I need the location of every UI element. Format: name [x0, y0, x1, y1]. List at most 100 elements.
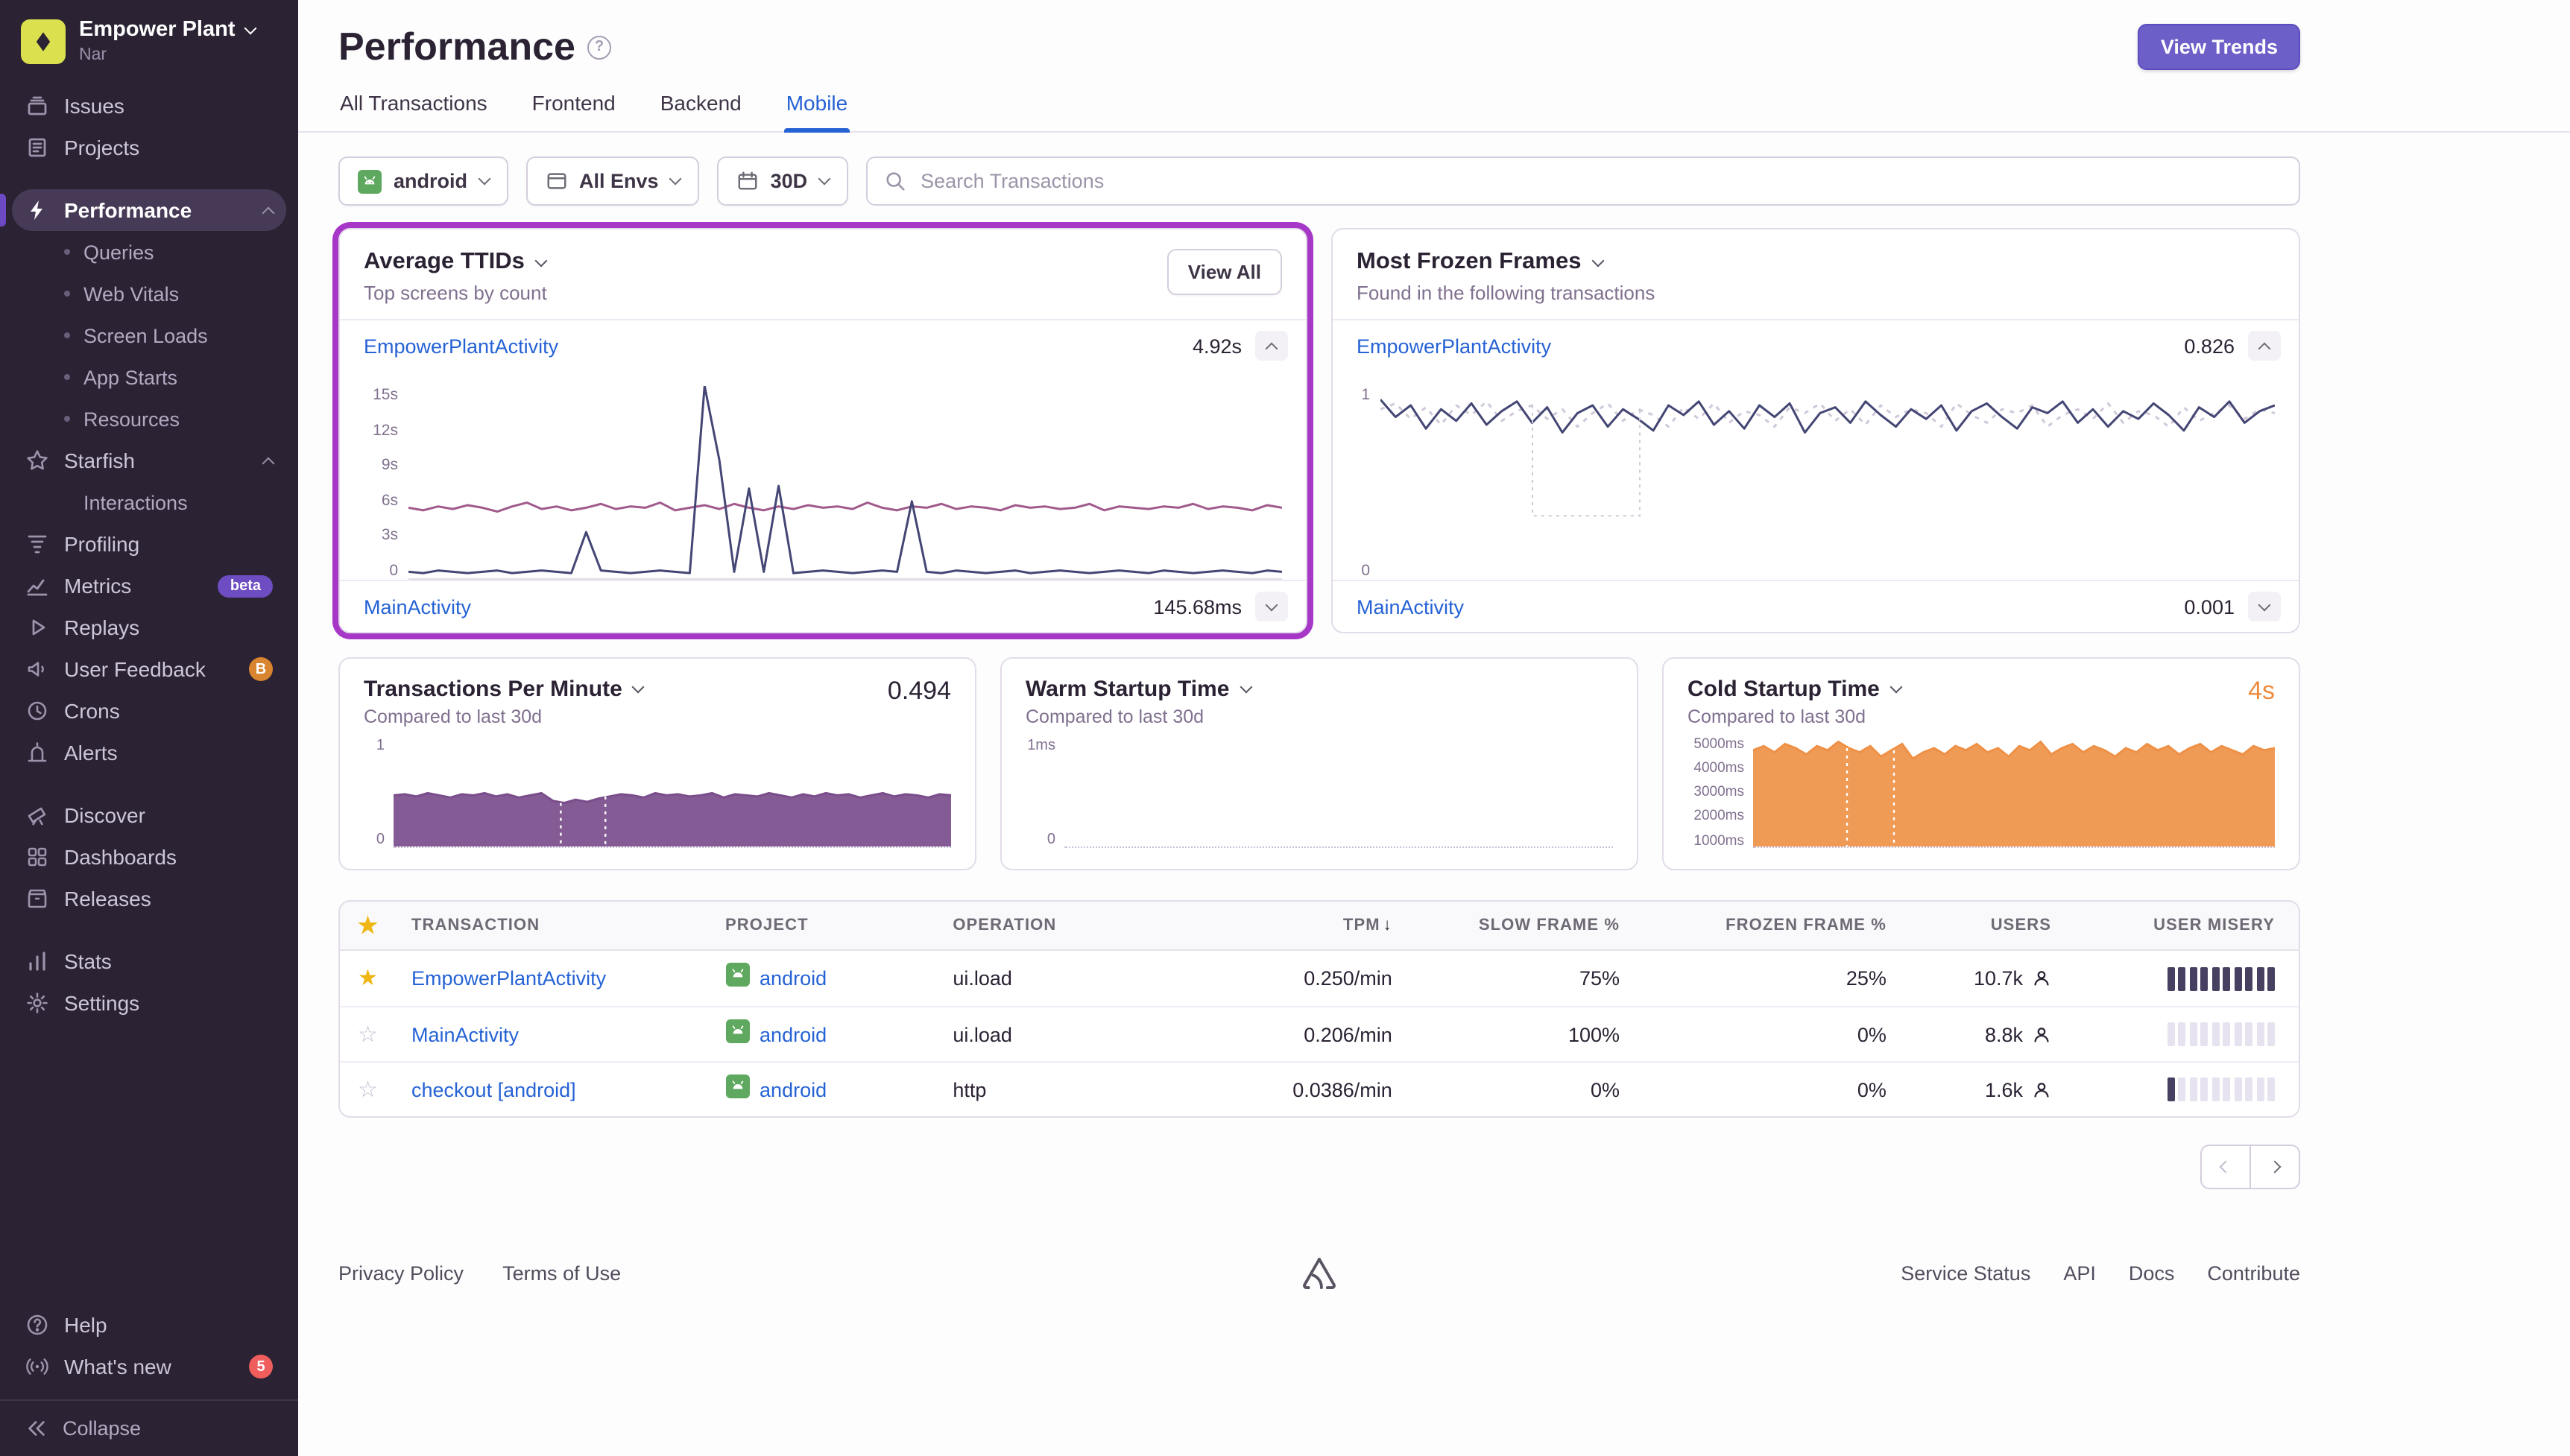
table-row[interactable]: ☆ MainActivity android ui.load 0.206/min…: [340, 1006, 2299, 1061]
sidebar-item-user-feedback[interactable]: User Feedback B: [12, 648, 286, 690]
column-header-users[interactable]: USERS: [1887, 917, 2051, 934]
sidebar-item-interactions[interactable]: Interactions: [12, 481, 286, 523]
column-header-operation[interactable]: OPERATION: [953, 917, 1219, 934]
active-indicator: [0, 194, 6, 227]
org-switcher[interactable]: Empower Plant Nar: [0, 0, 298, 76]
transaction-link[interactable]: MainActivity: [1357, 595, 1464, 618]
project-link[interactable]: android: [760, 1023, 827, 1045]
contribute-link[interactable]: Contribute: [2207, 1262, 2300, 1284]
collapse-row-button[interactable]: [1255, 331, 1288, 361]
chevron-down-icon: [244, 22, 256, 35]
sidebar-item-starfish[interactable]: Starfish: [12, 440, 286, 481]
view-trends-button[interactable]: View Trends: [2138, 24, 2300, 70]
collapse-row-button[interactable]: [2248, 331, 2281, 361]
org-subtitle: Nar: [79, 46, 255, 64]
transaction-link[interactable]: EmpowerPlantActivity: [1357, 335, 1551, 357]
card-subtitle: Compared to last 30d: [1687, 706, 1901, 727]
expand-row-button[interactable]: [2248, 592, 2281, 621]
sidebar-item-performance[interactable]: Performance: [12, 189, 286, 231]
sidebar-item-help[interactable]: Help: [12, 1304, 286, 1346]
sidebar-item-settings[interactable]: Settings: [12, 982, 286, 1024]
sidebar-item-profiling[interactable]: Profiling: [12, 523, 286, 565]
issues-icon: [25, 94, 49, 118]
table-row[interactable]: ★ EmpowerPlantActivity android ui.load 0…: [340, 951, 2299, 1006]
api-link[interactable]: API: [2063, 1262, 2096, 1284]
sidebar-item-screen-loads[interactable]: Screen Loads: [12, 314, 286, 356]
y-axis: 10: [1348, 386, 1380, 580]
table-row[interactable]: ☆ checkout [android] android http 0.0386…: [340, 1061, 2299, 1116]
tab-mobile[interactable]: Mobile: [785, 91, 850, 131]
average-ttids-card: Average TTIDs Top screens by count View …: [338, 228, 1307, 633]
service-status-link[interactable]: Service Status: [1901, 1262, 2030, 1284]
card-title-dropdown[interactable]: Cold Startup Time: [1687, 677, 1901, 702]
environment-filter-dropdown[interactable]: All Envs: [525, 156, 699, 206]
transaction-link[interactable]: EmpowerPlantActivity: [364, 335, 558, 357]
sidebar-item-web-vitals[interactable]: Web Vitals: [12, 273, 286, 314]
card-title-dropdown[interactable]: Warm Startup Time: [1026, 677, 1250, 702]
expand-row-button[interactable]: [1255, 592, 1288, 621]
main-content: Performance View Trends All Transactions…: [298, 0, 2570, 1456]
column-header-project[interactable]: PROJECT: [725, 917, 953, 934]
project-filter-dropdown[interactable]: android: [338, 156, 508, 206]
column-header-slow-frame[interactable]: SLOW FRAME %: [1392, 917, 1620, 934]
android-platform-icon: [725, 1019, 749, 1050]
docs-link[interactable]: Docs: [2129, 1262, 2175, 1284]
star-toggle[interactable]: ☆: [358, 1023, 411, 1045]
star-toggle[interactable]: ★: [358, 967, 411, 990]
card-title-dropdown[interactable]: Average TTIDs: [364, 249, 547, 276]
transaction-link[interactable]: MainActivity: [411, 1023, 725, 1045]
column-header-user-misery[interactable]: USER MISERY: [2051, 917, 2275, 934]
search-input[interactable]: [918, 168, 2282, 194]
date-range-dropdown[interactable]: 30D: [717, 156, 848, 206]
project-link[interactable]: android: [760, 1078, 827, 1101]
sidebar-item-dashboards[interactable]: Dashboards: [12, 836, 286, 878]
bullet-icon: [64, 374, 70, 380]
org-logo: [21, 19, 66, 64]
page-title: Performance: [338, 24, 575, 70]
bullet-icon: [64, 416, 70, 422]
help-circle-icon[interactable]: [587, 35, 611, 59]
sidebar-item-replays[interactable]: Replays: [12, 607, 286, 648]
column-header-tpm[interactable]: TPM↓: [1219, 917, 1392, 934]
sidebar-item-issues[interactable]: Issues: [12, 85, 286, 127]
card-title-dropdown[interactable]: Most Frozen Frames: [1357, 249, 1655, 276]
star-toggle[interactable]: ☆: [358, 1078, 411, 1101]
y-axis: 1ms0: [1026, 738, 1064, 848]
sidebar-item-whats-new[interactable]: What's new 5: [12, 1346, 286, 1387]
sidebar-item-alerts[interactable]: Alerts: [12, 732, 286, 773]
tab-all-transactions[interactable]: All Transactions: [338, 91, 489, 131]
tpm-area-chart: [394, 738, 951, 848]
transaction-link[interactable]: checkout [android]: [411, 1078, 725, 1101]
previous-page-button[interactable]: [2200, 1145, 2251, 1189]
sidebar-item-crons[interactable]: Crons: [12, 690, 286, 732]
sidebar-item-releases[interactable]: Releases: [12, 878, 286, 920]
card-title-dropdown[interactable]: Transactions Per Minute: [364, 677, 643, 702]
most-frozen-frames-card: Most Frozen Frames Found in the followin…: [1331, 228, 2300, 633]
broadcast-icon: [25, 1355, 49, 1379]
transaction-link[interactable]: EmpowerPlantActivity: [411, 967, 725, 990]
sidebar-collapse-button[interactable]: Collapse: [0, 1399, 298, 1456]
view-all-button[interactable]: View All: [1167, 249, 1282, 295]
cold-startup-time-card: Cold Startup Time Compared to last 30d 4…: [1662, 657, 2300, 870]
privacy-policy-link[interactable]: Privacy Policy: [338, 1262, 464, 1284]
next-page-button[interactable]: [2249, 1145, 2300, 1189]
terms-of-use-link[interactable]: Terms of Use: [502, 1262, 621, 1284]
sidebar-item-metrics[interactable]: Metrics beta: [12, 565, 286, 607]
transaction-link[interactable]: MainActivity: [364, 595, 471, 618]
column-header-transaction[interactable]: TRANSACTION: [411, 917, 725, 934]
sidebar-item-app-starts[interactable]: App Starts: [12, 356, 286, 398]
cold-startup-value: 4s: [2248, 677, 2275, 706]
sidebar-item-queries[interactable]: Queries: [12, 231, 286, 273]
megaphone-icon: [25, 657, 49, 681]
sidebar-item-discover[interactable]: Discover: [12, 794, 286, 836]
sidebar-item-resources[interactable]: Resources: [12, 398, 286, 440]
sidebar-item-projects[interactable]: Projects: [12, 127, 286, 168]
column-header-frozen-frame[interactable]: FROZEN FRAME %: [1620, 917, 1887, 934]
tab-backend[interactable]: Backend: [659, 91, 743, 131]
bullet-icon: [64, 249, 70, 255]
star-column-header-icon: ★: [358, 914, 411, 937]
project-link[interactable]: android: [760, 967, 827, 990]
chevron-down-icon: [669, 173, 681, 186]
sidebar-item-stats[interactable]: Stats: [12, 940, 286, 982]
tab-frontend[interactable]: Frontend: [531, 91, 617, 131]
